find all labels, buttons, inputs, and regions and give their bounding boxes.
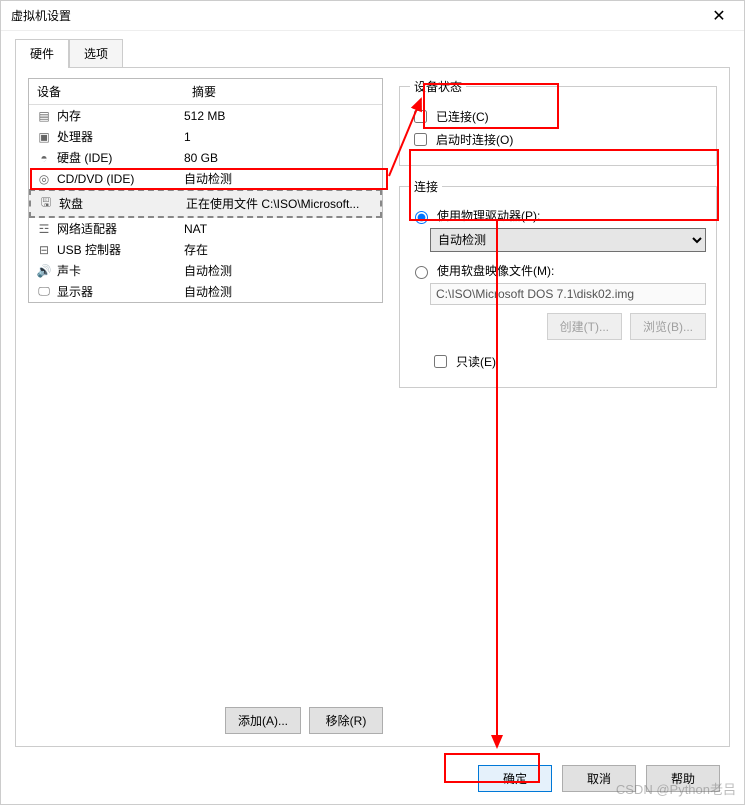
device-status-group: 设备状态 已连接(C) 启动时连接(O) <box>399 78 717 166</box>
remove-button[interactable]: 移除(R) <box>309 707 383 734</box>
device-summary: 自动检测 <box>184 262 378 279</box>
device-icon: ◎ <box>33 172 55 186</box>
table-row[interactable]: 🖵显示器自动检测 <box>29 281 382 302</box>
table-row[interactable]: 🖫软盘正在使用文件 C:\ISO\Microsoft... <box>29 189 382 218</box>
device-summary: 512 MB <box>184 109 378 123</box>
table-row[interactable]: 🔊声卡自动检测 <box>29 260 382 281</box>
table-row[interactable]: ▣处理器1 <box>29 126 382 147</box>
hardware-table-header: 设备 摘要 <box>29 79 382 105</box>
table-row[interactable]: ◎CD/DVD (IDE)自动检测 <box>29 168 382 189</box>
device-summary: 80 GB <box>184 151 378 165</box>
readonly-label: 只读(E) <box>456 353 496 370</box>
device-summary: 1 <box>184 130 378 144</box>
device-icon: 🔊 <box>33 264 55 278</box>
tab-hardware[interactable]: 硬件 <box>15 39 69 68</box>
device-name: CD/DVD (IDE) <box>55 172 184 186</box>
device-name: 软盘 <box>57 195 186 212</box>
device-icon: 🖫 <box>35 193 57 214</box>
hardware-table: 设备 摘要 ▤内存512 MB▣处理器1◓硬盘 (IDE)80 GB◎CD/DV… <box>28 78 383 303</box>
table-row[interactable]: ▤内存512 MB <box>29 105 382 126</box>
use-image-label: 使用软盘映像文件(M): <box>437 262 554 279</box>
connected-checkbox[interactable] <box>414 110 427 123</box>
device-name: 处理器 <box>55 128 184 145</box>
readonly-checkbox[interactable] <box>434 355 447 368</box>
connection-legend: 连接 <box>410 178 442 195</box>
device-name: 声卡 <box>55 262 184 279</box>
ok-button[interactable]: 确定 <box>478 765 552 792</box>
table-row[interactable]: ☲网络适配器NAT <box>29 218 382 239</box>
add-button[interactable]: 添加(A)... <box>225 707 301 734</box>
connected-row[interactable]: 已连接(C) <box>410 107 706 126</box>
tab-options[interactable]: 选项 <box>69 39 123 68</box>
create-button[interactable]: 创建(T)... <box>547 313 622 340</box>
use-physical-label: 使用物理驱动器(P): <box>437 207 540 224</box>
device-name: 网络适配器 <box>55 220 184 237</box>
physical-drive-select[interactable]: 自动检测 <box>430 228 706 252</box>
titlebar: 虚拟机设置 ✕ <box>1 1 744 31</box>
device-detail-panel: 设备状态 已连接(C) 启动时连接(O) 连接 使用物理驱动器(P): <box>399 78 717 734</box>
hardware-list-panel: 设备 摘要 ▤内存512 MB▣处理器1◓硬盘 (IDE)80 GB◎CD/DV… <box>28 78 383 734</box>
connect-at-poweron-row[interactable]: 启动时连接(O) <box>410 130 706 149</box>
col-device: 设备 <box>29 79 184 104</box>
device-name: 内存 <box>55 107 184 124</box>
use-image-radio[interactable] <box>415 266 428 279</box>
use-physical-radio[interactable] <box>415 211 428 224</box>
device-icon: ☲ <box>33 222 55 236</box>
device-icon: ⊟ <box>33 243 55 257</box>
connect-at-poweron-label: 启动时连接(O) <box>436 131 513 148</box>
device-summary: 自动检测 <box>184 170 378 187</box>
device-summary: 正在使用文件 C:\ISO\Microsoft... <box>186 195 376 212</box>
device-name: USB 控制器 <box>55 241 184 258</box>
browse-button[interactable]: 浏览(B)... <box>630 313 706 340</box>
use-image-row[interactable]: 使用软盘映像文件(M): <box>410 262 706 279</box>
connection-group: 连接 使用物理驱动器(P): 自动检测 使用软盘映像文件(M): <box>399 178 717 388</box>
hardware-button-row: 添加(A)... 移除(R) <box>28 699 383 734</box>
connect-at-poweron-checkbox[interactable] <box>414 133 427 146</box>
content-pane: 设备 摘要 ▤内存512 MB▣处理器1◓硬盘 (IDE)80 GB◎CD/DV… <box>15 67 730 747</box>
connected-label: 已连接(C) <box>436 108 489 125</box>
table-row[interactable]: ⊟USB 控制器存在 <box>29 239 382 260</box>
device-name: 显示器 <box>55 283 184 300</box>
device-icon: 🖵 <box>33 284 55 299</box>
window-title: 虚拟机设置 <box>11 7 71 24</box>
watermark: CSDN @Python老吕 <box>616 779 736 798</box>
device-summary: NAT <box>184 222 378 236</box>
device-status-legend: 设备状态 <box>410 78 466 95</box>
tab-strip: 硬件 选项 <box>15 39 730 68</box>
device-icon: ▣ <box>33 130 55 144</box>
readonly-row[interactable]: 只读(E) <box>430 352 706 371</box>
device-summary: 存在 <box>184 241 378 258</box>
use-physical-row[interactable]: 使用物理驱动器(P): <box>410 207 706 224</box>
vm-settings-window: 虚拟机设置 ✕ 硬件 选项 设备 摘要 ▤内存512 MB▣处理器1◓硬盘 (I… <box>0 0 745 805</box>
device-icon: ▤ <box>33 109 55 123</box>
image-path-input[interactable] <box>430 283 706 305</box>
table-row[interactable]: ◓硬盘 (IDE)80 GB <box>29 147 382 168</box>
device-summary: 自动检测 <box>184 283 378 300</box>
close-icon[interactable]: ✕ <box>704 6 734 26</box>
col-summary: 摘要 <box>184 79 382 104</box>
device-name: 硬盘 (IDE) <box>55 149 184 166</box>
device-icon: ◓ <box>33 151 55 165</box>
